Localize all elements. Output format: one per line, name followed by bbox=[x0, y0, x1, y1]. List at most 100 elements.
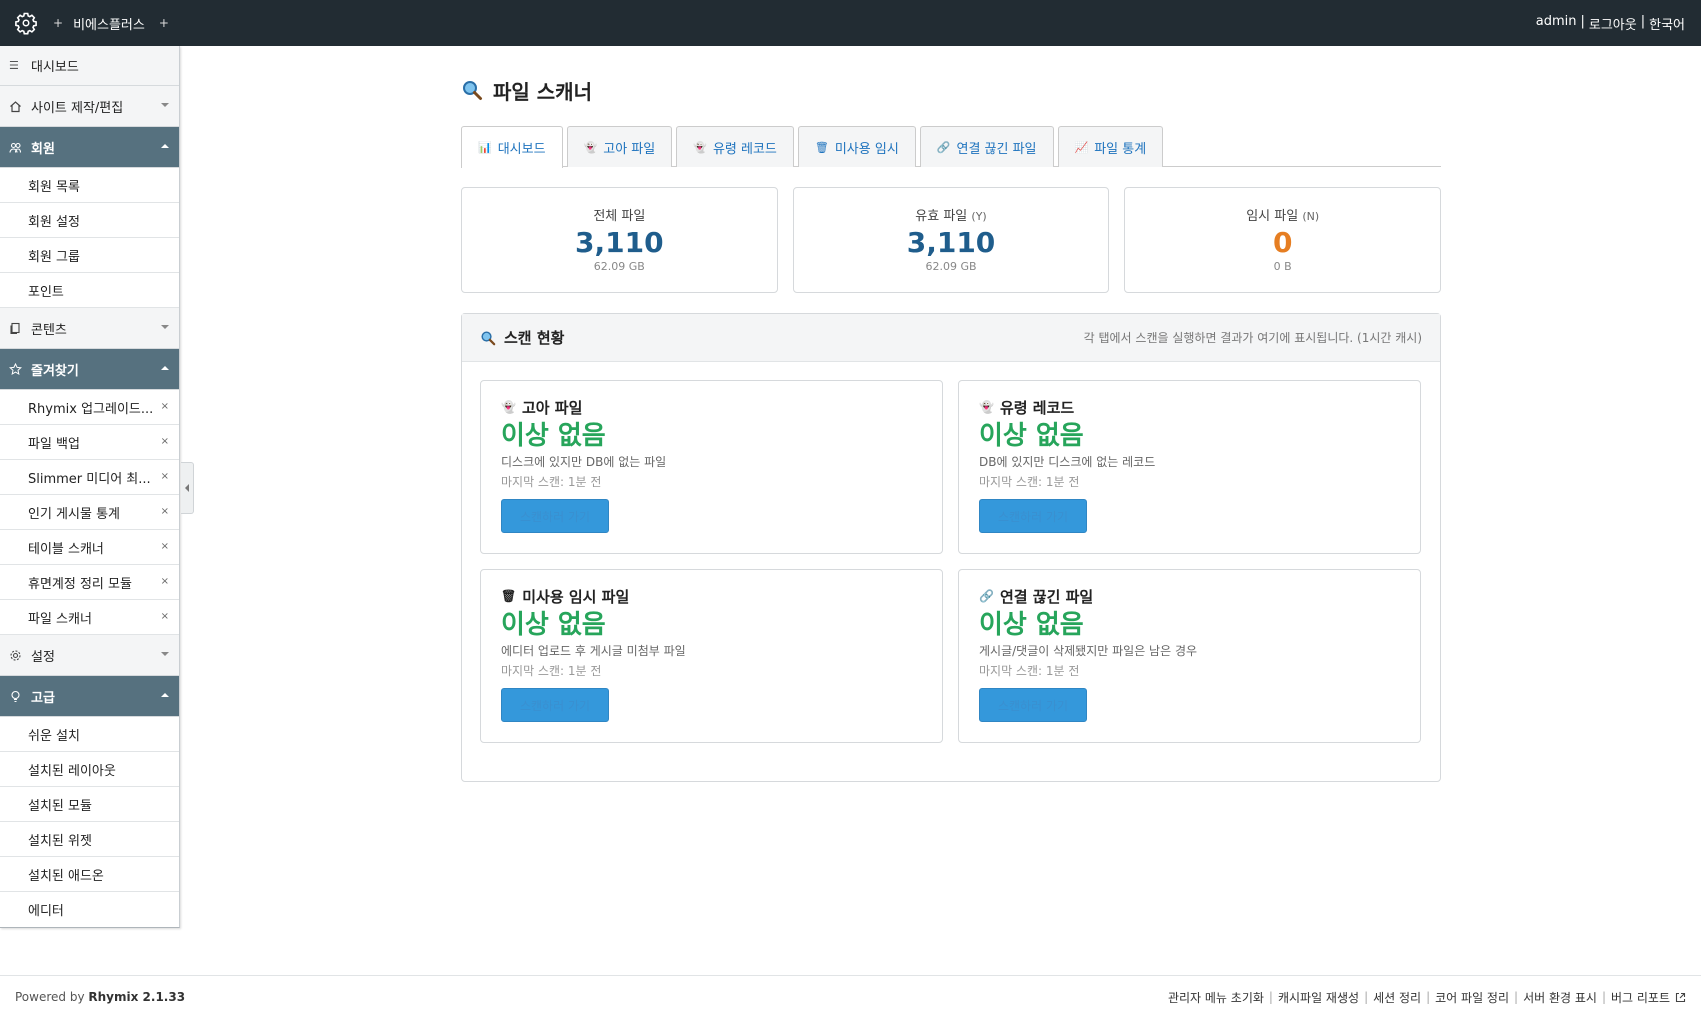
reset-admin-menu-link[interactable]: 관리자 메뉴 초기화 bbox=[1168, 989, 1264, 1006]
logout-link[interactable]: 로그아웃 bbox=[1589, 14, 1637, 33]
close-icon[interactable]: × bbox=[161, 576, 169, 587]
sidebar-item-label: 회원 목록 bbox=[28, 179, 80, 195]
scan-button[interactable]: 스캔하러 가기 bbox=[979, 688, 1087, 722]
sidebar-item-installed-addons[interactable]: 설치된 애드온 bbox=[0, 857, 179, 892]
sidebar-item-dashboard[interactable]: ☰ 대시보드 bbox=[0, 46, 179, 86]
users-icon bbox=[9, 141, 23, 154]
sidebar-group-advanced[interactable]: 고급 bbox=[0, 676, 179, 717]
line-chart-icon: 📈 bbox=[1074, 140, 1089, 154]
trash-icon: 🗑 bbox=[501, 589, 517, 603]
language-link[interactable]: 한국어 bbox=[1649, 14, 1685, 33]
gear-icon[interactable] bbox=[13, 10, 39, 36]
clear-sessions-link[interactable]: 세션 정리 bbox=[1373, 989, 1421, 1006]
sidebar-item-label: 설치된 모듈 bbox=[28, 798, 92, 814]
close-icon[interactable]: × bbox=[161, 541, 169, 552]
tab-orphan-files[interactable]: 👻 고아 파일 bbox=[566, 126, 673, 167]
stat-label-text: 유효 파일 bbox=[915, 209, 968, 224]
chevron-left-icon bbox=[185, 484, 189, 492]
tab-label: 유령 레코드 bbox=[712, 141, 777, 157]
bug-report-link[interactable]: 버그 리포트 bbox=[1611, 989, 1670, 1006]
sidebar-group-label: 즐겨찾기 bbox=[31, 363, 79, 379]
scan-button[interactable]: 스캔하러 가기 bbox=[979, 499, 1087, 533]
ghost-icon: 👻 bbox=[693, 140, 707, 154]
stat-size: 62.09 GB bbox=[593, 260, 645, 273]
sidebar-group-label: 콘텐츠 bbox=[31, 322, 67, 338]
sidebar-item-label: 설치된 애드온 bbox=[28, 868, 104, 884]
tab-dashboard[interactable]: 📊 대시보드 bbox=[461, 126, 563, 168]
separator: | bbox=[1364, 990, 1369, 1004]
status-badge: 이상 없음 bbox=[979, 610, 1084, 640]
sidebar-item-installed-layouts[interactable]: 설치된 레이아웃 bbox=[0, 752, 179, 787]
tab-broken-links[interactable]: 🔗 연결 끊긴 파일 bbox=[919, 126, 1054, 167]
user-link[interactable]: admin bbox=[1536, 14, 1577, 33]
sidebar-item-favorite[interactable]: 파일 백업 × bbox=[0, 425, 179, 460]
close-icon[interactable]: × bbox=[161, 401, 169, 412]
sidebar-item-easy-install[interactable]: 쉬운 설치 bbox=[0, 717, 179, 752]
scan-card-grid: 👻 고아 파일 이상 없음 디스크에 있지만 DB에 없는 파일 마지막 스캔: … bbox=[462, 362, 1440, 743]
sidebar-item-member-groups[interactable]: 회원 그룹 bbox=[0, 238, 179, 273]
sidebar-item-favorite[interactable]: Slimmer 미디어 최... × bbox=[0, 460, 179, 495]
sidebar-item-favorite[interactable]: 휴면계정 정리 모듈 × bbox=[0, 565, 179, 600]
last-scan-time: 마지막 스캔: 1분 전 bbox=[501, 664, 602, 678]
sidebar-item-member-settings[interactable]: 회원 설정 bbox=[0, 203, 179, 238]
stat-label: 유효 파일 (Y) bbox=[794, 205, 1109, 224]
sidebar-item-label: 테이블 스캐너 bbox=[28, 541, 104, 557]
tab-file-stats[interactable]: 📈 파일 통계 bbox=[1057, 126, 1164, 167]
stat-label-sub: (N) bbox=[1302, 210, 1320, 223]
star-icon bbox=[9, 362, 23, 376]
sidebar-group-label: 고급 bbox=[31, 690, 55, 706]
sidebar-group-site[interactable]: 사이트 제작/편집 bbox=[0, 86, 179, 127]
close-icon[interactable]: × bbox=[161, 471, 169, 482]
sidebar-item-editor[interactable]: 에디터 bbox=[0, 892, 179, 927]
sidebar-group-favorites[interactable]: 즐겨찾기 bbox=[0, 349, 179, 390]
sidebar-item-installed-widgets[interactable]: 설치된 위젯 bbox=[0, 822, 179, 857]
sidebar-item-favorite[interactable]: 테이블 스캐너 × bbox=[0, 530, 179, 565]
sidebar-group-settings[interactable]: 설정 bbox=[0, 635, 179, 676]
sidebar-item-favorite[interactable]: Rhymix 업그레이드... × bbox=[0, 390, 179, 425]
close-icon[interactable]: × bbox=[161, 611, 169, 622]
status-badge: 이상 없음 bbox=[501, 421, 606, 451]
trash-icon: 🗑 bbox=[814, 140, 829, 154]
sidebar-item-label: 회원 설정 bbox=[28, 214, 80, 230]
cleanup-core-files-link[interactable]: 코어 파일 정리 bbox=[1435, 989, 1509, 1006]
sidebar-item-label: 파일 스캐너 bbox=[28, 611, 92, 627]
tab-ghost-records[interactable]: 👻 유령 레코드 bbox=[676, 126, 794, 167]
sidebar-item-favorite[interactable]: 인기 게시물 통계 × bbox=[0, 495, 179, 530]
site-name-link[interactable]: 비에스플러스 bbox=[73, 14, 145, 33]
tab-label: 대시보드 bbox=[497, 142, 546, 157]
sidebar-item-installed-modules[interactable]: 설치된 모듈 bbox=[0, 787, 179, 822]
card-description: 디스크에 있지만 DB에 없는 파일 bbox=[501, 455, 667, 469]
close-icon[interactable]: × bbox=[161, 506, 169, 517]
panel-title-text: 스캔 현황 bbox=[504, 329, 565, 347]
regenerate-cache-link[interactable]: 캐시파일 재생성 bbox=[1278, 989, 1359, 1006]
chevron-down-icon bbox=[161, 325, 169, 329]
gear-icon bbox=[9, 649, 23, 662]
sidebar-item-member-list[interactable]: 회원 목록 bbox=[0, 168, 179, 203]
main-content: 파일 스캐너 📊 대시보드 👻 고아 파일 👻 유령 레코드 🗑 미사용 임시 🔗 연결 … bbox=[461, 72, 1442, 782]
brand-link[interactable]: Rhymix 2.1.33 bbox=[88, 990, 185, 1004]
sidebar-item-label: 회원 그룹 bbox=[28, 249, 80, 265]
last-scan-time: 마지막 스캔: 1분 전 bbox=[979, 664, 1080, 678]
tab-label: 미사용 임시 bbox=[834, 141, 899, 157]
sidebar-group-contents[interactable]: 콘텐츠 bbox=[0, 308, 179, 349]
sidebar-item-favorite[interactable]: 파일 스캐너 × bbox=[0, 600, 179, 635]
chevron-up-icon bbox=[161, 144, 169, 148]
tab-unused-temp[interactable]: 🗑 미사용 임시 bbox=[797, 126, 916, 167]
top-bar: + 비에스플러스 + admin | 로그아웃 | 한국어 bbox=[0, 0, 1701, 46]
add-right-button[interactable]: + bbox=[159, 16, 169, 30]
magnifier-icon bbox=[461, 79, 483, 101]
sidebar-collapse-toggle[interactable] bbox=[181, 462, 194, 514]
scan-button[interactable]: 스캔하러 가기 bbox=[501, 688, 609, 722]
server-env-link[interactable]: 서버 환경 표시 bbox=[1523, 989, 1597, 1006]
link-icon: 🔗 bbox=[979, 589, 994, 603]
footer: Powered by Rhymix 2.1.33 관리자 메뉴 초기화 | 캐시… bbox=[0, 975, 1701, 1018]
sidebar-item-label: 휴면계정 정리 모듈 bbox=[28, 576, 132, 592]
sidebar-group-label: 회원 bbox=[31, 141, 55, 157]
add-left-button[interactable]: + bbox=[53, 16, 63, 30]
page-title-text: 파일 스캐너 bbox=[493, 79, 592, 104]
chevron-up-icon bbox=[161, 693, 169, 697]
scan-button[interactable]: 스캔하러 가기 bbox=[501, 499, 609, 533]
sidebar-group-member[interactable]: 회원 bbox=[0, 127, 179, 168]
sidebar-item-points[interactable]: 포인트 bbox=[0, 273, 179, 308]
close-icon[interactable]: × bbox=[161, 436, 169, 447]
